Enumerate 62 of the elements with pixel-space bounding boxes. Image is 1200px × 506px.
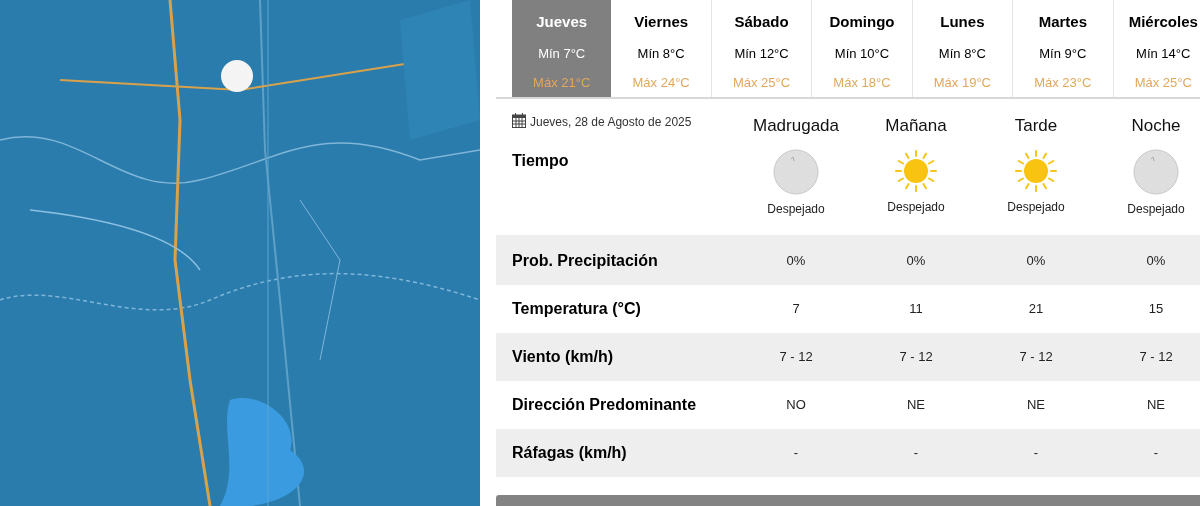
day-tab[interactable]: Jueves Mín 7°C Máx 21°C [512, 0, 612, 97]
sun-icon [894, 148, 938, 193]
table-cell-text: 0% [906, 251, 926, 270]
row-label: Prob. Precipitación [512, 251, 658, 269]
day-name: Domingo [829, 12, 895, 32]
day-name: Sábado [734, 12, 789, 32]
day-name: Miércoles [1128, 12, 1198, 32]
table-cell-text: NE [1146, 395, 1166, 414]
condition-label: Despejado [887, 198, 945, 216]
period-header: Madrugada [753, 115, 839, 137]
condition-label: Despejado [1127, 200, 1185, 218]
table-cell-text: NE [906, 395, 926, 414]
table-cell-text: 0% [1026, 251, 1046, 270]
date-label: Jueves, 28 de Agosto de 2025 [530, 114, 692, 131]
period-header: Tarde [1014, 115, 1058, 137]
row-label: Tiempo [512, 151, 569, 169]
table-cell-text: 7 - 12 [899, 347, 933, 366]
table-cell-text: - [1033, 443, 1039, 462]
row-label: Viento (km/h) [512, 347, 614, 365]
period-header: Noche [1131, 115, 1181, 137]
period-header: Mañana [885, 115, 947, 137]
table-cell-text: - [793, 443, 799, 462]
row-label: Ráfagas (km/h) [512, 443, 627, 461]
max-temperature: Máx 25°C [1134, 74, 1192, 92]
day-name: Martes [1038, 12, 1087, 32]
row-label: Dirección Predominante [512, 395, 697, 413]
calendar-icon [512, 113, 526, 128]
table-cell-text: - [1153, 443, 1159, 462]
min-temperature: Mín 14°C [1136, 44, 1191, 63]
min-temperature: Mín 10°C [834, 44, 890, 63]
day-name: Viernes [634, 12, 689, 32]
min-temperature: Mín 12°C [734, 44, 789, 63]
max-temperature: Máx 23°C [1034, 74, 1092, 92]
moon-icon [1133, 148, 1179, 195]
table-cell-text: NE [1026, 395, 1046, 414]
table-cell-text: 7 - 12 [1139, 347, 1173, 366]
condition-label: Despejado [767, 200, 825, 218]
table-cell-text: 15 [1148, 299, 1164, 318]
day-name: Lunes [940, 12, 985, 32]
table-cell-text: 0% [1146, 251, 1166, 270]
max-temperature: Máx 18°C [833, 74, 891, 92]
sun-icon [1014, 148, 1058, 193]
table-cell-text: 11 [909, 299, 923, 318]
table-cell-text: NO [786, 395, 806, 414]
table-cell-text: 7 - 12 [1019, 347, 1053, 366]
moon-icon [773, 148, 819, 195]
table-cell-text: - [913, 443, 919, 462]
max-temperature: Máx 19°C [933, 74, 991, 92]
min-temperature: Mín 7°C [538, 44, 586, 63]
max-temperature: Máx 21°C [533, 74, 591, 92]
min-temperature: Mín 8°C [938, 44, 986, 63]
min-temperature: Mín 9°C [1039, 44, 1087, 63]
max-temperature: Máx 24°C [632, 74, 690, 92]
table-cell-text: 21 [1028, 299, 1044, 318]
row-label: Temperatura (°C) [512, 299, 641, 317]
min-temperature: Mín 8°C [637, 44, 685, 63]
condition-label: Despejado [1007, 198, 1065, 216]
table-cell-text: 0% [786, 251, 806, 270]
table-cell-text: 7 [792, 299, 800, 318]
day-name: Jueves [536, 12, 588, 32]
table-cell-text: 7 - 12 [779, 347, 813, 366]
max-temperature: Máx 25°C [732, 74, 791, 92]
